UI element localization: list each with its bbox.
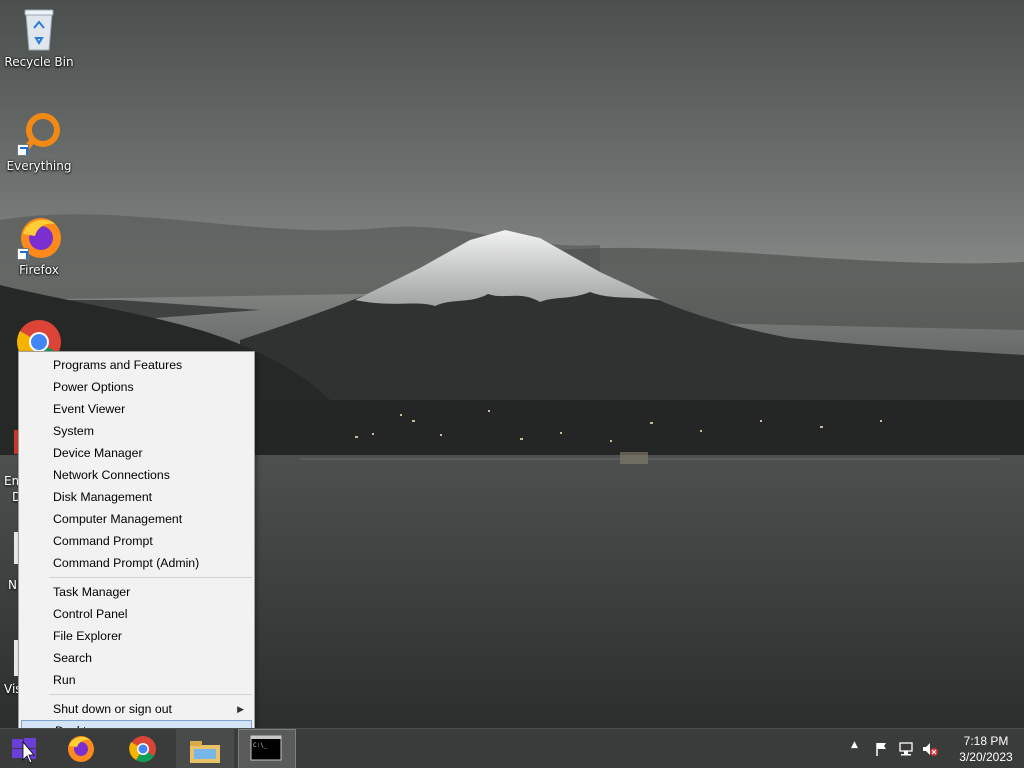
action-center-flag-icon[interactable] [874, 741, 890, 757]
shortcut-arrow-icon [17, 248, 29, 260]
start-button[interactable] [0, 729, 50, 768]
taskbar-app-firefox[interactable] [52, 729, 110, 768]
menu-item-task-manager[interactable]: Task Manager [19, 581, 254, 603]
show-hidden-icons-chevron-icon[interactable]: ▲ [851, 740, 858, 750]
menu-item-command-prompt[interactable]: Command Prompt [19, 530, 254, 552]
taskbar-app-chrome[interactable] [114, 729, 172, 768]
windows-logo-icon [12, 738, 36, 764]
desktop-icon-everything[interactable]: Everything [1, 110, 77, 173]
network-icon[interactable] [898, 741, 914, 757]
taskbar-clock[interactable]: 7:18 PM 3/20/2023 [954, 733, 1018, 765]
firefox-icon [15, 214, 63, 260]
submenu-arrow-icon: ▶ [237, 704, 244, 714]
desktop-icon-label: Everything [6, 159, 72, 173]
menu-item-network-connections[interactable]: Network Connections [19, 464, 254, 486]
desktop-icon-label: Firefox [19, 263, 59, 277]
svg-text:C:\_: C:\_ [253, 742, 268, 749]
command-prompt-icon: C:\_ [250, 735, 282, 761]
taskbar: C:\_ ▲ 7:18 PM 3/20/2023 [0, 728, 1024, 768]
firefox-icon [68, 736, 94, 762]
menu-item-disk-management[interactable]: Disk Management [19, 486, 254, 508]
menu-item-computer-management[interactable]: Computer Management [19, 508, 254, 530]
file-explorer-icon [190, 741, 220, 763]
menu-item-search[interactable]: Search [19, 647, 254, 669]
chrome-icon [129, 736, 156, 763]
menu-separator [49, 694, 252, 695]
menu-item-power-options[interactable]: Power Options [19, 376, 254, 398]
menu-item-file-explorer[interactable]: File Explorer [19, 625, 254, 647]
taskbar-app-command-prompt[interactable]: C:\_ [238, 729, 296, 768]
menu-item-system[interactable]: System [19, 420, 254, 442]
desktop-icon-label-partial: N [8, 578, 17, 592]
menu-item-command-prompt-admin[interactable]: Command Prompt (Admin) [19, 552, 254, 574]
clock-time: 7:18 PM [963, 734, 1009, 748]
desktop-icon-firefox[interactable]: Firefox [1, 214, 77, 277]
recycle-bin-icon [22, 6, 56, 52]
taskbar-app-file-explorer[interactable] [176, 729, 234, 768]
menu-item-programs-and-features[interactable]: Programs and Features [19, 354, 254, 376]
menu-item-device-manager[interactable]: Device Manager [19, 442, 254, 464]
desktop-icon-label: Recycle Bin [4, 55, 74, 69]
power-user-menu: Programs and Features Power Options Even… [18, 351, 255, 744]
shortcut-arrow-icon [17, 144, 29, 156]
menu-item-run[interactable]: Run [19, 669, 254, 691]
desktop-icon-recycle-bin[interactable]: Recycle Bin [1, 6, 77, 69]
volume-muted-icon[interactable] [921, 741, 939, 757]
clock-date: 3/20/2023 [959, 750, 1013, 764]
menu-item-event-viewer[interactable]: Event Viewer [19, 398, 254, 420]
menu-item-shut-down-or-sign-out[interactable]: Shut down or sign out ▶ [19, 698, 254, 720]
menu-item-label: Shut down or sign out [53, 702, 172, 716]
menu-item-control-panel[interactable]: Control Panel [19, 603, 254, 625]
menu-separator [49, 577, 252, 578]
everything-icon [15, 110, 63, 156]
